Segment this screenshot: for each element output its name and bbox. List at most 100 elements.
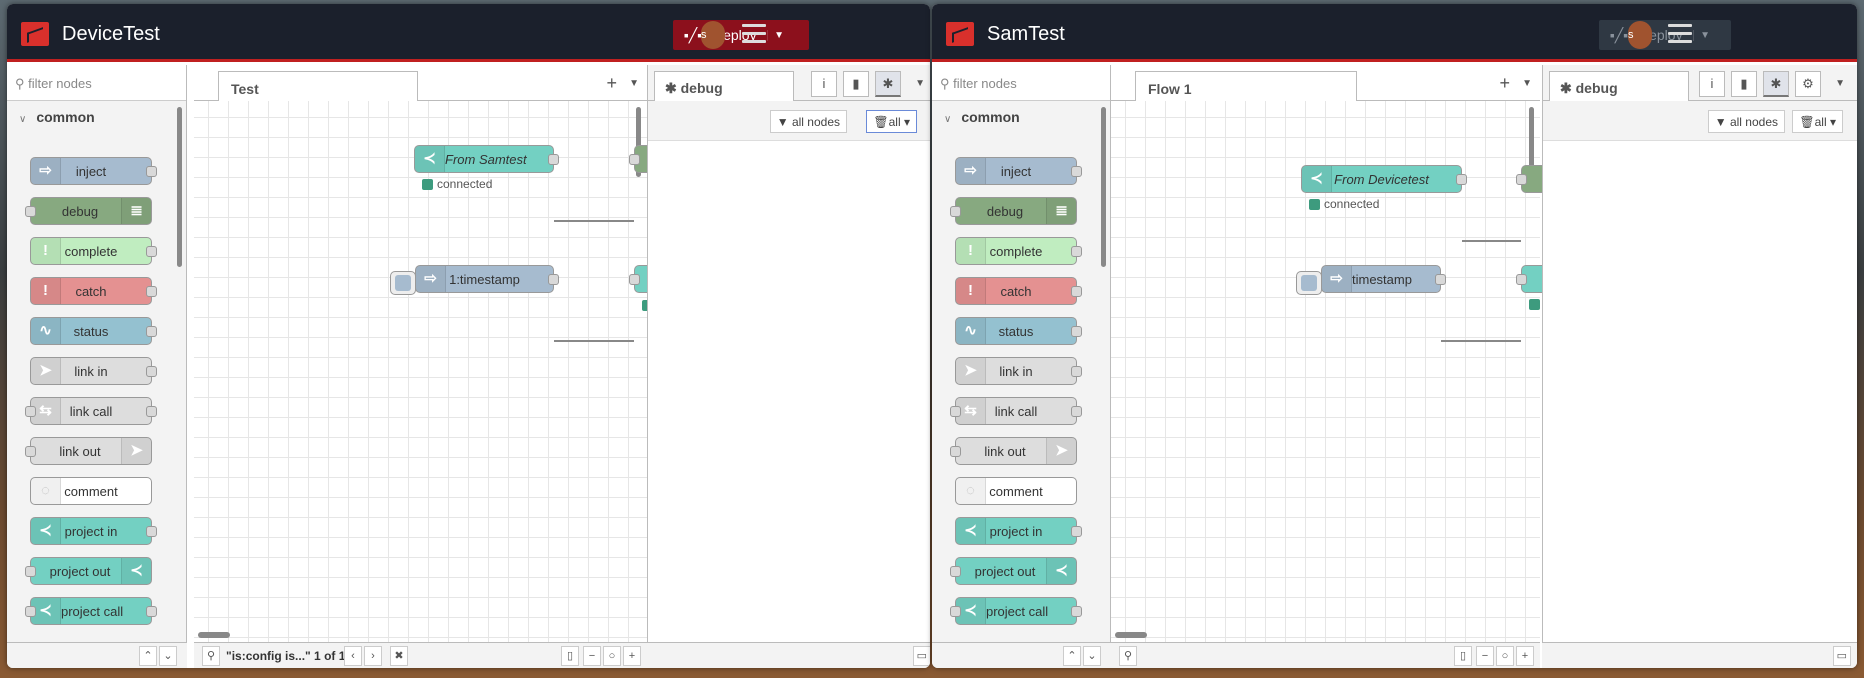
palette-node-project-out[interactable]: ≺ project out [25, 557, 152, 585]
caret-down-icon[interactable]: ▼ [1692, 29, 1717, 41]
hamburger-menu-icon[interactable] [742, 24, 766, 44]
zoom-reset-icon[interactable]: ○ [1496, 646, 1514, 666]
output-port[interactable] [146, 326, 157, 337]
navigator-map-icon[interactable]: ▯ [561, 646, 579, 666]
output-port[interactable] [1071, 246, 1082, 257]
gear-icon[interactable]: ⚙ [1795, 71, 1821, 97]
palette-node-status[interactable]: ∿ status [955, 317, 1082, 345]
input-port[interactable] [950, 446, 961, 457]
filter-nodes-input[interactable]: ⚲ filter nodes [7, 65, 186, 101]
input-port[interactable] [950, 606, 961, 617]
input-port[interactable] [25, 206, 36, 217]
palette-node-debug[interactable]: ≣ debug [25, 197, 152, 225]
expand-all-icon[interactable]: ⌄ [159, 646, 177, 666]
output-port[interactable] [1456, 174, 1467, 185]
palette-scrollbar[interactable] [1101, 107, 1106, 267]
palette-node-project-call[interactable]: ≺ project call [25, 597, 157, 625]
tab-flow[interactable]: Flow 1 [1135, 71, 1357, 102]
palette-node-complete[interactable]: ! complete [955, 237, 1082, 265]
tab-menu-caret-icon[interactable]: ▼ [1522, 78, 1532, 89]
flow-node-timestamp[interactable]: ⇨ timestamp [1321, 265, 1446, 293]
zoom-out-icon[interactable]: − [583, 646, 601, 666]
caret-down-icon[interactable]: ▾ [901, 115, 910, 129]
output-port[interactable] [1071, 286, 1082, 297]
flow-canvas[interactable] [194, 101, 647, 642]
sidebar-menu-caret-icon[interactable]: ▼ [915, 78, 925, 89]
input-port[interactable] [25, 446, 36, 457]
info-icon[interactable]: i [1699, 71, 1725, 97]
navigator-map-icon[interactable]: ▯ [1454, 646, 1472, 666]
popout-icon[interactable]: ▭ [912, 646, 930, 666]
input-port[interactable] [25, 566, 36, 577]
input-port[interactable] [25, 406, 36, 417]
wire[interactable] [1441, 340, 1521, 342]
palette-node-debug[interactable]: ≣ debug [950, 197, 1077, 225]
palette-category-common[interactable]: ∨ common [7, 101, 186, 131]
palette-node-inject[interactable]: ⇨ inject [30, 157, 157, 185]
input-port[interactable] [629, 154, 640, 165]
sidebar-tab-debug[interactable]: ✱ debug [1549, 71, 1689, 102]
expand-all-icon[interactable]: ⌄ [1083, 646, 1101, 666]
input-port[interactable] [1516, 274, 1527, 285]
palette-node-link-call[interactable]: ⇆ link call [25, 397, 157, 425]
user-avatar[interactable]: s [701, 21, 725, 49]
zoom-in-icon[interactable]: + [623, 646, 641, 666]
wire[interactable] [1462, 240, 1521, 242]
input-port[interactable] [629, 274, 640, 285]
output-port[interactable] [548, 154, 559, 165]
palette-node-project-out[interactable]: ≺ project out [950, 557, 1077, 585]
input-port[interactable] [1516, 174, 1527, 185]
palette-node-link-out[interactable]: ➤ link out [950, 437, 1077, 465]
book-icon[interactable]: ▮ [1731, 71, 1757, 97]
search-icon[interactable]: ⚲ [202, 646, 220, 666]
tab-menu-caret-icon[interactable]: ▼ [629, 78, 639, 89]
book-icon[interactable]: ▮ [843, 71, 869, 97]
next-result-icon[interactable]: › [364, 646, 382, 666]
info-icon[interactable]: i [811, 71, 837, 97]
palette-node-link-out[interactable]: ➤ link out [25, 437, 152, 465]
output-port[interactable] [146, 366, 157, 377]
tab-flow[interactable]: Test [218, 71, 418, 102]
sidebar-menu-caret-icon[interactable]: ▼ [1835, 78, 1845, 89]
output-port[interactable] [146, 166, 157, 177]
deploy-button[interactable]: ▪╱▪ Deploy ▼ [673, 20, 809, 50]
palette-node-catch[interactable]: ! catch [955, 277, 1082, 305]
input-port[interactable] [950, 566, 961, 577]
filter-all-nodes-button[interactable]: ▼ all nodes [1707, 110, 1785, 133]
caret-down-icon[interactable]: ▼ [766, 29, 791, 41]
bug-icon[interactable]: ✱ [1763, 71, 1789, 97]
output-port[interactable] [1071, 326, 1082, 337]
inject-button[interactable] [390, 271, 416, 295]
palette-node-comment[interactable]: ◌ comment [30, 477, 152, 505]
output-port[interactable] [146, 286, 157, 297]
palette-node-status[interactable]: ∿ status [30, 317, 157, 345]
zoom-out-icon[interactable]: − [1476, 646, 1494, 666]
previous-result-icon[interactable]: ‹ [344, 646, 362, 666]
palette-node-inject[interactable]: ⇨ inject [955, 157, 1082, 185]
bug-icon[interactable]: ✱ [875, 71, 901, 97]
user-avatar[interactable]: s [1628, 21, 1652, 49]
palette-node-link-call[interactable]: ⇆ link call [950, 397, 1082, 425]
flow-node-from-devicetest[interactable]: ≺ From Devicetest [1301, 165, 1467, 193]
add-tab-icon[interactable]: + [1499, 73, 1510, 94]
input-port[interactable] [950, 206, 961, 217]
add-tab-icon[interactable]: + [606, 73, 617, 94]
search-icon[interactable]: ⚲ [1119, 646, 1137, 666]
collapse-all-icon[interactable]: ⌃ [139, 646, 157, 666]
canvas-hscrollbar[interactable] [1115, 632, 1147, 638]
flow-node-1-timestamp[interactable]: ⇨ 1:timestamp [415, 265, 559, 293]
palette-node-complete[interactable]: ! complete [30, 237, 157, 265]
palette-scrollbar[interactable] [177, 107, 182, 267]
palette-node-link-in[interactable]: ➤ link in [955, 357, 1082, 385]
output-port[interactable] [548, 274, 559, 285]
palette-node-link-in[interactable]: ➤ link in [30, 357, 157, 385]
palette-node-comment[interactable]: ◌ comment [955, 477, 1077, 505]
deploy-button[interactable]: ▪╱▪ Deploy ▼ [1599, 20, 1731, 50]
palette-category-common[interactable]: ∨ common [932, 101, 1110, 131]
hamburger-menu-icon[interactable] [1668, 24, 1692, 44]
flow-node-from-samtest[interactable]: ≺ From Samtest [414, 145, 559, 173]
filter-nodes-input[interactable]: ⚲ filter nodes [932, 65, 1110, 101]
clear-all-button[interactable]: 🗑all ▾ [866, 110, 917, 133]
palette-node-project-in[interactable]: ≺ project in [955, 517, 1082, 545]
wire[interactable] [554, 340, 634, 342]
